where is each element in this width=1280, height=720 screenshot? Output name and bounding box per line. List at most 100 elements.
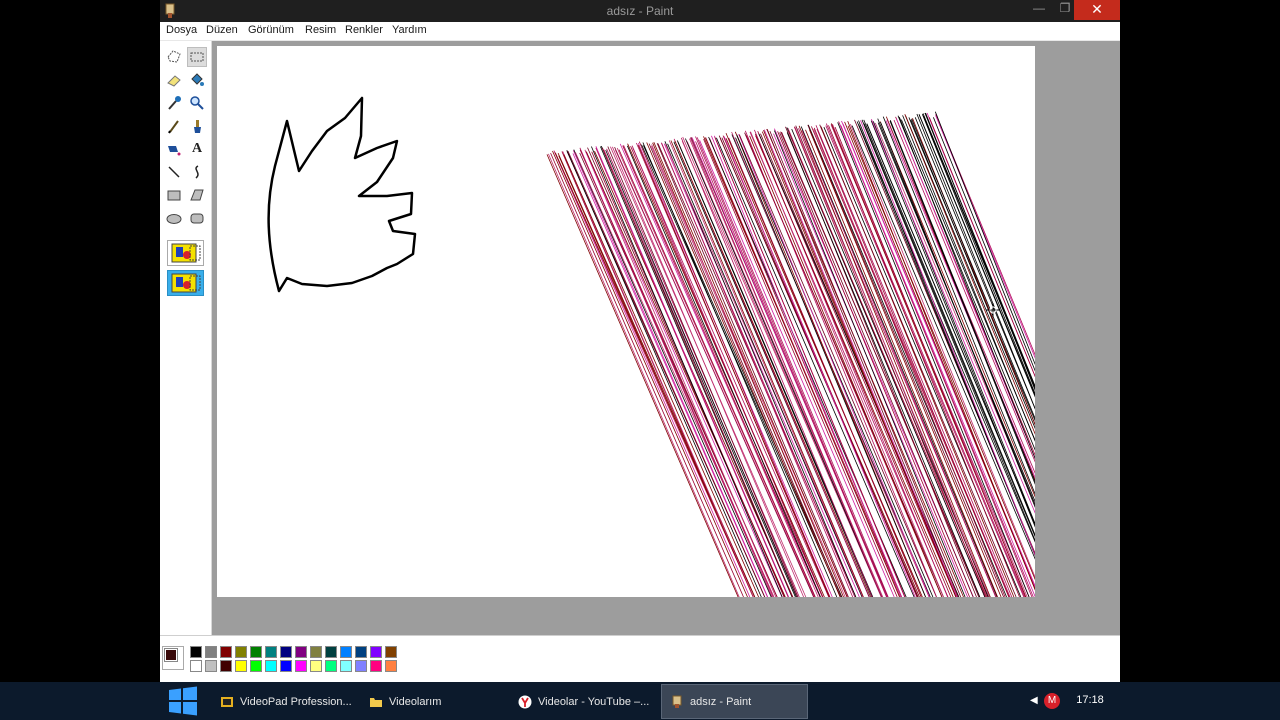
- minimize-button[interactable]: —: [1026, 0, 1052, 20]
- foreground-color-swatch[interactable]: [164, 648, 178, 662]
- polygon-tool[interactable]: [187, 185, 207, 205]
- drawn-line: [786, 132, 981, 597]
- menu-bar: Dosya Düzen Görünüm Resim Renkler Yardım: [160, 22, 1120, 41]
- rect-select-icon: [190, 52, 204, 62]
- brush-icon: [194, 120, 201, 133]
- palette-swatch[interactable]: [280, 646, 292, 658]
- palette-swatch[interactable]: [250, 646, 262, 658]
- taskbar-videolarim[interactable]: Videolarım: [361, 684, 506, 719]
- color-picker-tool[interactable]: [164, 93, 184, 113]
- drawn-line: [552, 150, 748, 597]
- ellipse-icon: [166, 214, 182, 224]
- title-bar[interactable]: adsız - Paint — ❐ ✕: [160, 0, 1120, 22]
- palette-swatch[interactable]: [310, 660, 322, 672]
- palette-swatch[interactable]: [220, 646, 232, 658]
- task-label: adsız - Paint: [690, 695, 752, 708]
- window-title: adsız - Paint: [606, 4, 674, 18]
- text-icon: A: [191, 141, 203, 156]
- palette-swatch[interactable]: [205, 646, 217, 658]
- palette-swatch[interactable]: [370, 660, 382, 672]
- rounded-rect-tool[interactable]: [187, 208, 207, 228]
- current-colors[interactable]: [162, 646, 184, 674]
- magnifier-tool[interactable]: [187, 93, 207, 113]
- rectangle-tool[interactable]: [164, 185, 184, 205]
- palette-swatch[interactable]: [355, 660, 367, 672]
- airbrush-tool[interactable]: [164, 139, 184, 159]
- palette-swatch[interactable]: [370, 646, 382, 658]
- menu-resim[interactable]: Resim: [305, 24, 336, 36]
- transparency-transparent-option[interactable]: [167, 270, 204, 296]
- eraser-icon: [167, 75, 181, 87]
- drawn-line: [637, 145, 830, 597]
- palette-swatch[interactable]: [295, 646, 307, 658]
- palette-swatch[interactable]: [220, 660, 232, 672]
- palette-swatch[interactable]: [340, 646, 352, 658]
- videopad-icon: [221, 696, 233, 707]
- taskbar-clock[interactable]: 17:18: [1070, 694, 1110, 706]
- taskbar-paint[interactable]: adsız - Paint: [661, 684, 808, 719]
- curve-icon: [195, 165, 199, 179]
- menu-duzen[interactable]: Düzen: [206, 24, 238, 36]
- tray-expand-arrow[interactable]: ◀: [1030, 695, 1038, 706]
- palette-swatch[interactable]: [190, 660, 202, 672]
- drawing-canvas[interactable]: [217, 46, 1035, 597]
- rectangle-icon: [167, 190, 181, 201]
- palette-swatch[interactable]: [235, 660, 247, 672]
- curve-tool[interactable]: [187, 162, 207, 182]
- menu-dosya[interactable]: Dosya: [166, 24, 197, 36]
- drawn-line: [664, 141, 857, 597]
- drawn-line: [602, 147, 793, 597]
- color-palette-bar: [160, 635, 1120, 682]
- palette-swatch[interactable]: [355, 646, 367, 658]
- fill-icon: [191, 73, 204, 86]
- palette-swatch[interactable]: [265, 646, 277, 658]
- taskbar-videopad[interactable]: VideoPad Profession...: [212, 684, 357, 719]
- menu-yardim[interactable]: Yardım: [392, 24, 427, 36]
- pencil-icon: [168, 120, 179, 134]
- transparency-opaque-option[interactable]: [167, 240, 204, 266]
- pencil-tool[interactable]: [164, 116, 184, 136]
- text-tool[interactable]: A: [187, 139, 207, 159]
- palette-swatch[interactable]: [295, 660, 307, 672]
- palette-swatch[interactable]: [250, 660, 262, 672]
- palette-swatch[interactable]: [205, 660, 217, 672]
- palette-swatch[interactable]: [325, 646, 337, 658]
- palette-swatch[interactable]: [310, 646, 322, 658]
- close-button[interactable]: ✕: [1074, 0, 1120, 20]
- brush-tool[interactable]: [187, 116, 207, 136]
- palette-swatch[interactable]: [265, 660, 277, 672]
- palette-swatch[interactable]: [280, 660, 292, 672]
- ellipse-tool[interactable]: [164, 208, 184, 228]
- start-button[interactable]: [158, 682, 208, 720]
- opaque-selection-icon: [171, 243, 201, 263]
- rounded-rect-icon: [190, 213, 204, 224]
- taskbar: VideoPad Profession... Videolarım Videol…: [0, 682, 1280, 720]
- menu-gorunum[interactable]: Görünüm: [248, 24, 294, 36]
- palette-swatch[interactable]: [325, 660, 337, 672]
- airbrush-icon: [168, 146, 181, 156]
- tray-app-badge-icon[interactable]: M: [1044, 693, 1060, 709]
- palette-swatch[interactable]: [385, 646, 397, 658]
- canvas-drawing: [267, 96, 1035, 597]
- rect-select-tool[interactable]: [187, 47, 207, 67]
- taskbar-youtube[interactable]: Videolar - YouTube –...: [510, 684, 658, 719]
- free-select-icon: [167, 50, 181, 63]
- free-select-tool[interactable]: [164, 47, 184, 67]
- palette-swatch[interactable]: [385, 660, 397, 672]
- paint-icon: [672, 695, 682, 708]
- fill-tool[interactable]: [187, 70, 207, 90]
- line-tool[interactable]: [164, 162, 184, 182]
- menu-renkler[interactable]: Renkler: [345, 24, 383, 36]
- palette-swatch[interactable]: [190, 646, 202, 658]
- task-label: VideoPad Profession...: [240, 695, 352, 708]
- folder-icon: [370, 697, 382, 707]
- palette-swatch[interactable]: [235, 646, 247, 658]
- eraser-tool[interactable]: [164, 70, 184, 90]
- drawn-line: [653, 141, 848, 597]
- color-picker-icon: [168, 96, 181, 110]
- task-label: Videolar - YouTube –...: [538, 695, 650, 708]
- canvas-workspace: [212, 41, 1120, 635]
- transparent-selection-icon: [171, 273, 201, 293]
- magnifier-icon: [190, 96, 204, 110]
- palette-swatch[interactable]: [340, 660, 352, 672]
